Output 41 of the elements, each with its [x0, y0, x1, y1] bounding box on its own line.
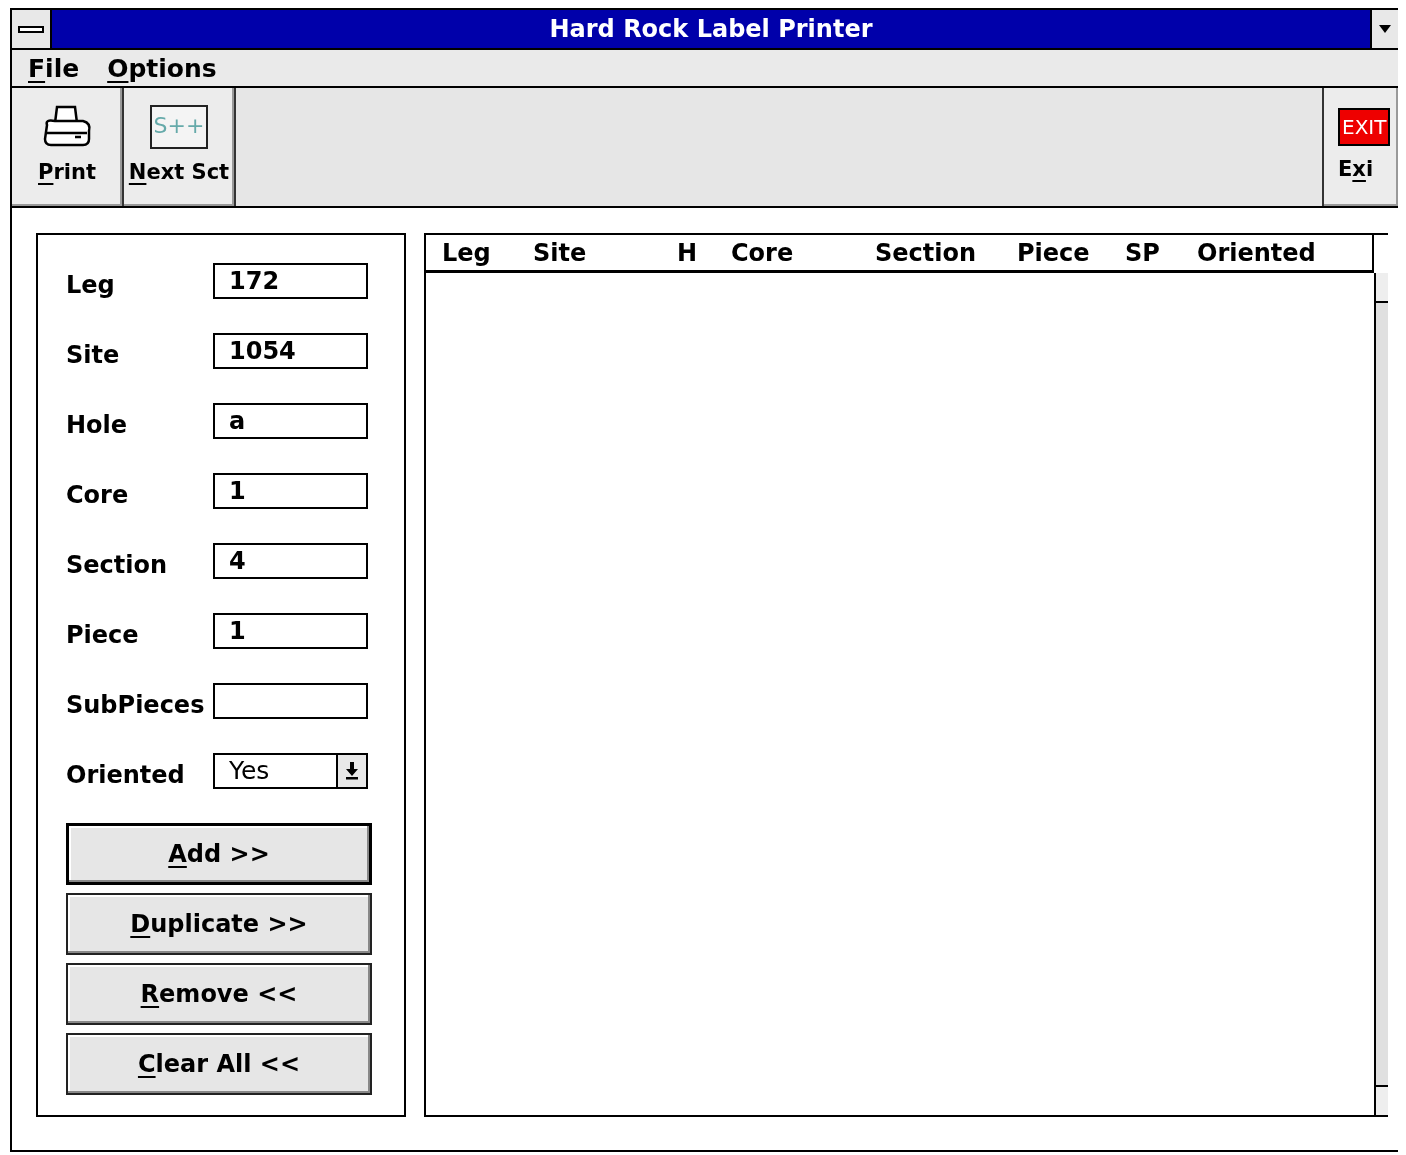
column-header: H	[677, 237, 699, 269]
action-button[interactable]: Remove <<	[66, 963, 372, 1025]
down-arrow-icon	[345, 762, 359, 780]
exit-button[interactable]: EXIT Exi	[1322, 88, 1398, 206]
column-header: Site	[533, 237, 588, 269]
action-button[interactable]: Clear All <<	[66, 1033, 372, 1095]
column-header: Oriented	[1197, 237, 1317, 269]
field-label: Section	[66, 550, 168, 581]
input-field[interactable]: 172	[213, 263, 368, 299]
system-menu-button[interactable]	[12, 10, 52, 48]
input-field[interactable]: 1	[213, 613, 368, 649]
window-title: Hard Rock Label Printer	[548, 14, 874, 45]
exit-sign-icon: EXIT	[1338, 108, 1391, 147]
action-button[interactable]: Add >>	[66, 823, 372, 885]
column-header: Piece	[1017, 237, 1091, 269]
input-field[interactable]: 1	[213, 473, 368, 509]
field-label: SubPieces	[66, 690, 205, 721]
minimize-button[interactable]	[1370, 10, 1398, 48]
sequence-icon: S++	[150, 105, 208, 150]
column-header: Section	[875, 237, 978, 269]
input-field[interactable]: 4	[213, 543, 368, 579]
toolbar-button[interactable]: Print	[12, 88, 124, 206]
menu-item[interactable]: Options	[107, 55, 217, 81]
input-field[interactable]: 1054	[213, 333, 368, 369]
field-label: Hole	[66, 410, 128, 441]
scrollbar[interactable]	[1374, 273, 1388, 1115]
down-arrow-icon	[1379, 25, 1391, 33]
menu-item[interactable]: File	[28, 55, 80, 81]
column-header: Core	[731, 237, 795, 269]
field-label: Core	[66, 480, 129, 511]
column-header: SP	[1125, 237, 1161, 269]
field-label: Piece	[66, 620, 139, 651]
field-label: Leg	[66, 270, 115, 301]
toolbar-button[interactable]: S++ Next Sct	[124, 88, 236, 206]
input-field[interactable]	[213, 683, 368, 719]
field-label: Oriented	[66, 760, 185, 791]
dropdown-field[interactable]: Yes	[213, 753, 368, 789]
field-label: Site	[66, 340, 120, 371]
input-field[interactable]: a	[213, 403, 368, 439]
column-header: Leg	[441, 237, 492, 269]
action-button[interactable]: Duplicate >>	[66, 893, 372, 955]
